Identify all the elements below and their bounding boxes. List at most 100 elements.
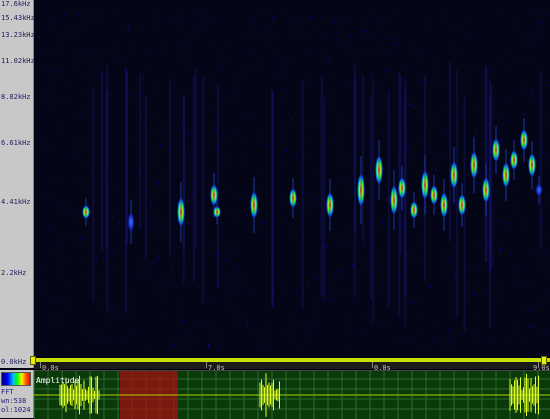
noise-speck xyxy=(267,324,268,325)
noise-speck xyxy=(171,264,172,267)
noise-speck xyxy=(361,32,362,33)
noise-speck xyxy=(165,313,166,315)
noise-speck xyxy=(528,308,529,310)
noise-speck xyxy=(513,327,514,329)
noise-speck xyxy=(80,114,81,116)
noise-speck xyxy=(255,23,256,24)
noise-speck xyxy=(165,174,166,177)
noise-speck xyxy=(350,242,351,244)
noise-speck xyxy=(193,32,194,33)
noise-speck xyxy=(411,47,412,50)
noise-speck xyxy=(308,53,309,56)
noise-speck xyxy=(451,126,452,128)
noise-speck xyxy=(186,167,187,169)
noise-speck xyxy=(454,274,455,277)
noise-speck xyxy=(280,63,281,65)
noise-speck xyxy=(524,113,525,116)
noise-speck xyxy=(359,53,360,54)
noise-speck xyxy=(544,330,545,333)
noise-speck xyxy=(548,250,549,252)
noise-speck xyxy=(509,336,510,338)
scroll-handle-left[interactable] xyxy=(30,356,36,365)
noise-speck xyxy=(279,164,280,165)
noise-speck xyxy=(522,224,523,225)
noise-speck xyxy=(75,215,76,218)
noise-speck xyxy=(530,253,531,255)
noise-speck xyxy=(47,89,48,91)
noise-speck xyxy=(337,235,338,237)
noise-speck xyxy=(78,152,79,153)
noise-speck xyxy=(539,12,540,13)
noise-speck xyxy=(58,205,59,207)
noise-speck xyxy=(343,178,344,179)
noise-speck xyxy=(243,67,244,69)
spectrogram-canvas xyxy=(34,0,550,358)
noise-speck xyxy=(159,231,160,233)
noise-speck xyxy=(250,49,251,51)
noise-speck xyxy=(314,203,315,205)
waveform-view[interactable] xyxy=(34,370,550,419)
noise-speck xyxy=(440,156,441,158)
noise-speck xyxy=(96,69,97,72)
call-halo xyxy=(424,155,426,215)
noise-speck xyxy=(467,88,468,90)
noise-speck xyxy=(63,97,64,99)
noise-speck xyxy=(268,237,269,238)
noise-speck xyxy=(349,125,350,126)
noise-speck xyxy=(443,82,444,85)
noise-speck xyxy=(71,210,72,212)
noise-speck xyxy=(289,233,290,234)
noise-speck xyxy=(478,139,479,142)
freq-label-2.2: 2.2kHz xyxy=(1,269,26,277)
noise-speck xyxy=(43,98,44,100)
noise-speck xyxy=(49,179,50,181)
noise-speck xyxy=(516,270,517,272)
noise-speck xyxy=(123,59,124,62)
call-halo xyxy=(393,170,395,230)
noise-speck xyxy=(542,152,543,155)
noise-speck xyxy=(150,218,151,220)
noise-speck xyxy=(158,258,159,261)
noise-speck xyxy=(455,48,456,50)
noise-speck xyxy=(214,18,215,21)
noise-speck xyxy=(245,159,246,162)
noise-speck xyxy=(257,57,258,58)
noise-speck xyxy=(534,190,535,192)
noise-speck xyxy=(285,98,286,101)
noise-speck xyxy=(476,108,477,109)
noise-speck xyxy=(328,60,329,63)
noise-speck xyxy=(382,221,383,223)
noise-speck xyxy=(171,124,172,125)
noise-speck xyxy=(409,150,410,152)
noise-speck xyxy=(230,254,231,257)
noise-speck xyxy=(537,199,538,201)
time-scroll-bar[interactable] xyxy=(34,358,550,362)
noise-speck xyxy=(283,210,284,211)
noise-speck xyxy=(433,76,434,78)
noise-speck xyxy=(280,76,281,79)
spectrogram-view[interactable] xyxy=(34,0,550,358)
noise-speck xyxy=(121,175,122,177)
noise-speck xyxy=(230,41,231,43)
noise-speck xyxy=(372,13,373,14)
noise-speck xyxy=(247,116,248,119)
noise-speck xyxy=(41,140,42,141)
noise-speck xyxy=(502,282,503,283)
noise-speck xyxy=(484,290,485,292)
noise-speck xyxy=(189,185,190,186)
noise-speck xyxy=(136,276,137,278)
noise-speck xyxy=(125,27,126,30)
noise-speck xyxy=(138,173,139,176)
noise-speck xyxy=(236,265,237,268)
noise-speck xyxy=(124,317,125,319)
noise-speck xyxy=(409,163,410,165)
noise-speck xyxy=(547,200,548,203)
noise-speck xyxy=(385,286,386,288)
noise-speck xyxy=(179,245,180,248)
noise-speck xyxy=(291,118,292,120)
noise-speck xyxy=(119,221,120,224)
noise-streak xyxy=(388,92,390,308)
noise-speck xyxy=(227,99,228,102)
noise-speck xyxy=(444,133,445,135)
noise-speck xyxy=(538,304,539,307)
